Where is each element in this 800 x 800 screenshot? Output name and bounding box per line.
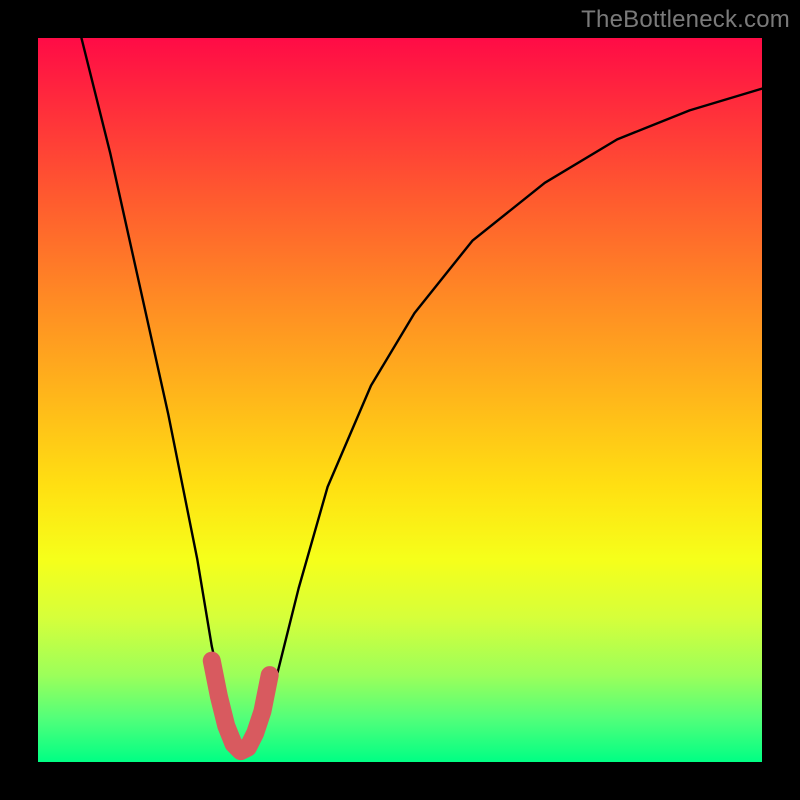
plot-area <box>38 38 762 762</box>
chart-frame: TheBottleneck.com <box>0 0 800 800</box>
highlight-segment <box>212 661 270 752</box>
bottleneck-curve <box>81 38 762 755</box>
curve-svg <box>38 38 762 762</box>
watermark-text: TheBottleneck.com <box>581 6 790 34</box>
